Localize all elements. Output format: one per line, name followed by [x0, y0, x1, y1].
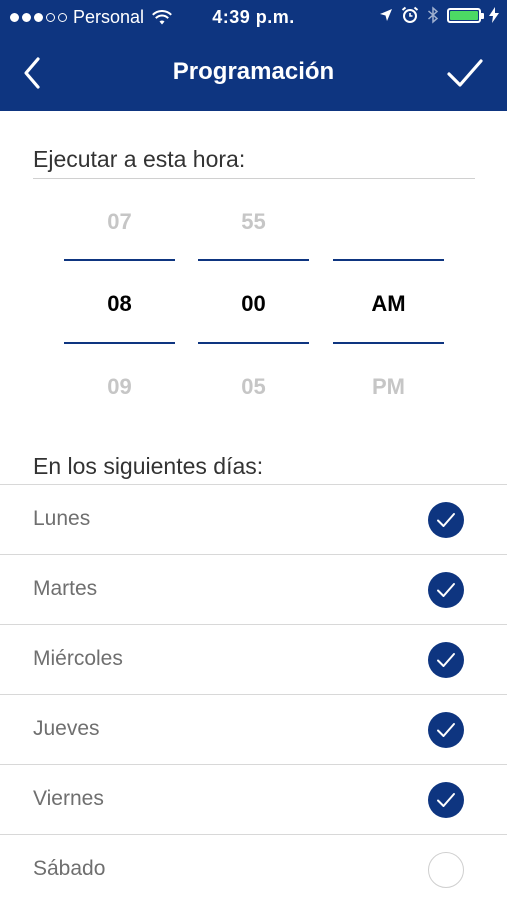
day-row-viernes[interactable]: Viernes — [0, 764, 507, 834]
period-selected[interactable]: AM — [333, 291, 444, 317]
period-selection-top-line — [333, 259, 444, 261]
day-row-lunes[interactable]: Lunes — [0, 484, 507, 554]
day-label: Miércoles — [33, 647, 123, 670]
day-label: Jueves — [33, 717, 100, 740]
alarm-clock-icon — [401, 6, 419, 23]
period-selection-bottom-line — [333, 342, 444, 344]
day-row-jueves[interactable]: Jueves — [0, 694, 507, 764]
time-section-label: Ejecutar a esta hora: — [33, 146, 246, 172]
day-checkbox[interactable] — [428, 782, 464, 818]
navigation-bar: Programación — [0, 44, 507, 102]
checkmark-icon — [437, 653, 455, 667]
hour-picker[interactable]: 07 08 09 — [64, 200, 175, 410]
checkmark-icon — [437, 793, 455, 807]
days-list: Lunes Martes Miércoles Jueves Viernes Sá… — [0, 484, 507, 904]
day-checkbox[interactable] — [428, 572, 464, 608]
minute-picker[interactable]: 55 00 05 — [198, 200, 309, 410]
hour-selection-bottom-line — [64, 342, 175, 344]
day-label: Sábado — [33, 857, 106, 880]
checkmark-icon — [447, 59, 483, 87]
status-bar: Personal 4:39 p.m. — [0, 0, 507, 34]
period-next[interactable]: PM — [333, 374, 444, 400]
day-label: Viernes — [33, 787, 104, 810]
page-title: Programación — [172, 58, 335, 85]
day-label: Lunes — [33, 507, 91, 530]
day-checkbox[interactable] — [428, 642, 464, 678]
hour-selection-top-line — [64, 259, 175, 261]
confirm-button[interactable] — [445, 54, 485, 92]
checkmark-icon — [437, 723, 455, 737]
charging-bolt-icon — [489, 7, 499, 23]
minute-selection-bottom-line — [198, 342, 309, 344]
checkmark-icon — [437, 513, 455, 527]
minute-prev[interactable]: 55 — [198, 209, 309, 235]
hour-prev[interactable]: 07 — [64, 209, 175, 235]
days-section-label: En los siguientes días: — [33, 453, 264, 479]
bluetooth-icon — [428, 6, 439, 24]
hour-next[interactable]: 09 — [64, 374, 175, 400]
checkmark-icon — [437, 583, 455, 597]
location-arrow-icon — [380, 9, 392, 21]
minute-selected[interactable]: 00 — [198, 291, 309, 317]
minute-next[interactable]: 05 — [198, 374, 309, 400]
day-label: Martes — [33, 577, 98, 600]
time-label-divider — [33, 178, 475, 179]
battery-icon — [447, 7, 484, 23]
period-picker[interactable]: AM PM — [333, 200, 444, 410]
day-row-miercoles[interactable]: Miércoles — [0, 624, 507, 694]
day-row-sabado[interactable]: Sábado — [0, 834, 507, 904]
day-checkbox[interactable] — [428, 712, 464, 748]
top-bar: Personal 4:39 p.m. Programación — [0, 0, 507, 111]
day-checkbox[interactable] — [428, 502, 464, 538]
day-checkbox[interactable] — [428, 852, 464, 888]
minute-selection-top-line — [198, 259, 309, 261]
day-row-martes[interactable]: Martes — [0, 554, 507, 624]
hour-selected[interactable]: 08 — [64, 291, 175, 317]
